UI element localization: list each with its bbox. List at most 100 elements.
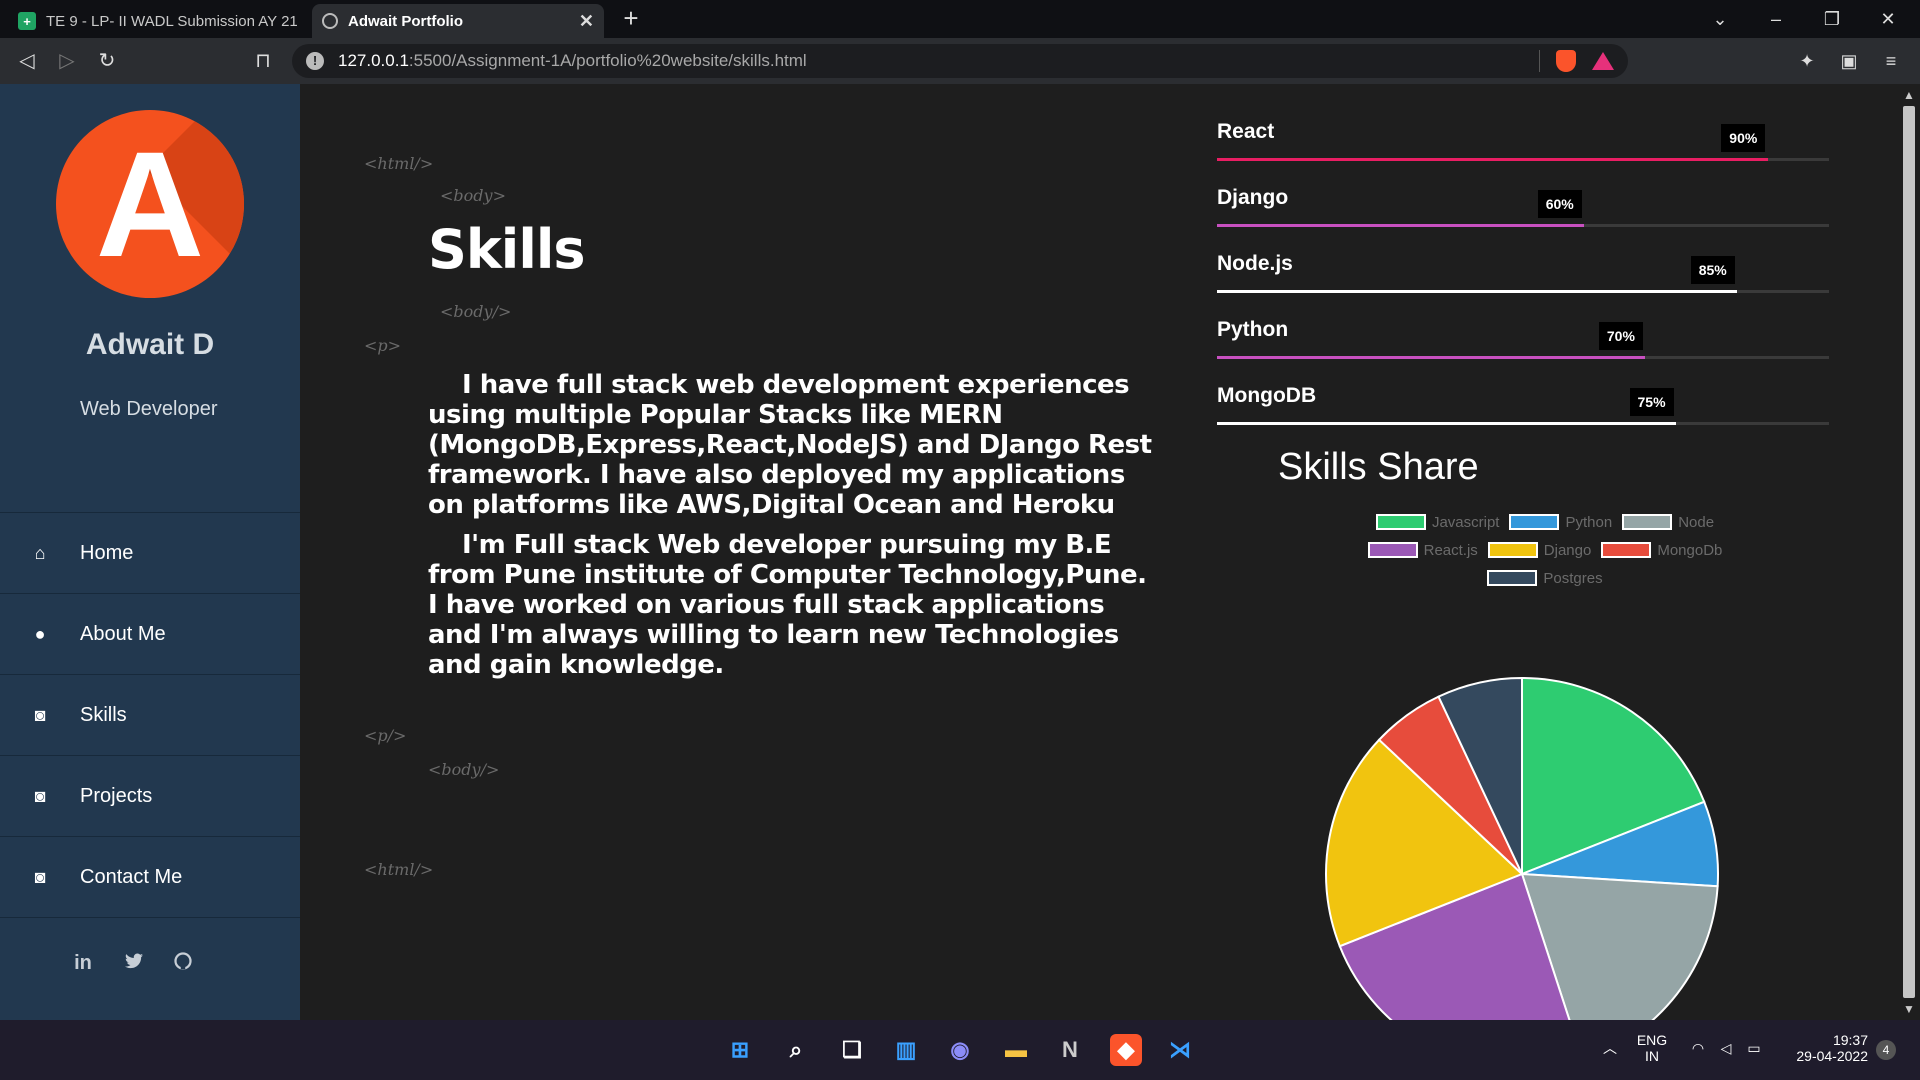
profile-name: Adwait D xyxy=(85,328,215,361)
lang-code: ENG xyxy=(1636,1032,1668,1048)
chevron-up-icon[interactable]: ︿ xyxy=(1600,1038,1620,1058)
legend-label: Javascript xyxy=(1431,513,1500,531)
skill-fill xyxy=(1217,290,1738,293)
skill-fill xyxy=(1217,422,1676,425)
camera-icon: ◙ xyxy=(34,785,46,806)
brave-rewards-icon[interactable] xyxy=(1592,52,1614,70)
legend-label: Node xyxy=(1678,513,1715,531)
date: 29-04-2022 xyxy=(1796,1048,1868,1064)
bookmark-icon[interactable]: ⊓ xyxy=(248,46,278,76)
brave-browser-icon[interactable]: ◆ xyxy=(1110,1034,1142,1066)
extensions-icon[interactable]: ✦ xyxy=(1792,46,1822,76)
legend-row: Javascript Python Node xyxy=(1320,508,1770,536)
scroll-up-arrow[interactable]: ▲ xyxy=(1898,88,1920,102)
skill-name: Node.js xyxy=(1217,252,1293,275)
windows-taskbar: ⊞ ⌕ ❏ ▥ ◉ ▬ N ◆ ⋊ ︿ ENG IN ◠ ◁ ▭ 19:37 2… xyxy=(0,1020,1920,1080)
legend-item[interactable]: MongoDb xyxy=(1601,542,1722,559)
vscode-icon[interactable]: ⋊ xyxy=(1164,1034,1196,1066)
wallet-icon[interactable]: ▣ xyxy=(1834,46,1864,76)
scroll-down-arrow[interactable]: ▼ xyxy=(1898,1002,1920,1016)
legend-label: React.js xyxy=(1423,541,1478,559)
back-button[interactable]: ◁ xyxy=(12,46,42,76)
nav-item-about[interactable]: ● About Me xyxy=(0,594,300,675)
brave-shield-icon[interactable] xyxy=(1556,50,1576,72)
pie-chart xyxy=(1325,676,1719,1020)
skill-fill xyxy=(1217,158,1768,161)
legend-swatch xyxy=(1622,514,1673,530)
teams-chat-icon[interactable]: ◉ xyxy=(944,1034,976,1066)
new-tab-button[interactable]: + xyxy=(616,4,646,34)
notion-icon[interactable]: N xyxy=(1054,1034,1086,1066)
skill-bar-python: Python 70% xyxy=(1217,318,1829,384)
legend-item[interactable]: Python xyxy=(1509,514,1612,531)
notification-badge[interactable]: 4 xyxy=(1876,1040,1896,1060)
nav-item-skills[interactable]: ◙ Skills xyxy=(0,675,300,756)
search-icon[interactable]: ⌕ xyxy=(780,1034,812,1066)
restore-button[interactable]: ❐ xyxy=(1804,0,1860,38)
user-icon: ● xyxy=(34,623,46,644)
scroll-thumb[interactable] xyxy=(1903,106,1915,998)
home-icon: ⌂ xyxy=(34,542,46,563)
volume-icon[interactable]: ◁ xyxy=(1716,1040,1736,1057)
scrollbar[interactable]: ▲ ▼ xyxy=(1898,84,1920,1020)
browser-toolbar: ◁ ▷ ↻ ⊓ ! 127.0.0.1:5500/Assignment-1A/p… xyxy=(0,38,1920,84)
legend-item[interactable]: Node xyxy=(1622,514,1714,531)
region-code: IN xyxy=(1645,1048,1659,1064)
legend-item[interactable]: Django xyxy=(1487,542,1591,559)
reload-button[interactable]: ↻ xyxy=(92,46,122,76)
start-icon[interactable]: ⊞ xyxy=(724,1034,756,1066)
legend-item[interactable]: React.js xyxy=(1367,541,1478,559)
url-separator xyxy=(1539,50,1540,72)
legend-swatch xyxy=(1509,514,1560,530)
clock[interactable]: 19:37 29-04-2022 xyxy=(1778,1032,1868,1064)
github-icon[interactable] xyxy=(170,952,196,976)
legend-item[interactable]: Javascript xyxy=(1375,513,1500,531)
legend-row: React.js Django MongoDb xyxy=(1320,536,1770,564)
wifi-icon[interactable]: ◠ xyxy=(1688,1040,1708,1057)
skill-bar-nodejs: Node.js 85% xyxy=(1217,252,1829,318)
profile-role: Web Developer xyxy=(80,398,218,420)
battery-icon[interactable]: ▭ xyxy=(1744,1040,1764,1057)
linkedin-icon[interactable]: in xyxy=(70,952,96,975)
body-open-tag: <body> xyxy=(440,186,506,205)
url-path: :5500/Assignment-1A/portfolio%20website/… xyxy=(408,51,807,70)
language-indicator[interactable]: ENG IN xyxy=(1636,1032,1668,1064)
nav-item-home[interactable]: ⌂ Home xyxy=(0,513,300,594)
forward-button[interactable]: ▷ xyxy=(52,46,82,76)
nav-label: Skills xyxy=(80,703,127,726)
skill-percent-badge: 85% xyxy=(1690,256,1735,284)
menu-icon[interactable]: ≡ xyxy=(1876,46,1906,76)
page-content: A Adwait D Web Developer ⌂ Home ● About … xyxy=(0,84,1920,1020)
url-host: 127.0.0.1 xyxy=(338,51,409,70)
legend-item[interactable]: Postgres xyxy=(1487,569,1603,587)
nav-label: About Me xyxy=(80,622,166,645)
p-close-tag: <p/> xyxy=(364,726,407,745)
skill-track: 75% xyxy=(1217,388,1829,425)
widgets-icon[interactable]: ▥ xyxy=(890,1034,922,1066)
chevron-down-icon[interactable]: ⌄ xyxy=(1692,0,1748,38)
tab-submission[interactable]: + TE 9 - LP- II WADL Submission AY 21-2 xyxy=(8,4,308,38)
nav-item-contact[interactable]: ◙ Contact Me xyxy=(0,837,300,918)
twitter-icon[interactable] xyxy=(121,952,147,975)
close-window-button[interactable]: ✕ xyxy=(1860,0,1916,38)
sidebar-nav: ⌂ Home ● About Me ◙ Skills ◙ Projects ◙ … xyxy=(0,512,300,918)
legend-row: Postgres xyxy=(1320,564,1770,592)
address-bar[interactable]: ! 127.0.0.1:5500/Assignment-1A/portfolio… xyxy=(292,44,1628,78)
legend-label: Python xyxy=(1565,513,1613,531)
sheets-icon: + xyxy=(18,12,36,30)
tab-portfolio[interactable]: Adwait Portfolio ✕ xyxy=(312,4,604,38)
nav-label: Projects xyxy=(80,784,153,807)
globe-icon xyxy=(322,13,338,29)
task-view-icon[interactable]: ❏ xyxy=(836,1034,868,1066)
file-explorer-icon[interactable]: ▬ xyxy=(1000,1034,1032,1066)
page-title: Skills xyxy=(428,218,585,281)
skill-fill xyxy=(1217,224,1585,227)
logo-letter: A xyxy=(95,120,205,288)
minimize-button[interactable]: – xyxy=(1748,0,1804,38)
close-tab-icon[interactable]: ✕ xyxy=(579,11,594,32)
nav-item-projects[interactable]: ◙ Projects xyxy=(0,756,300,837)
skill-bar-django: Django 60% xyxy=(1217,186,1829,252)
legend-swatch xyxy=(1487,570,1538,586)
legend-label: Postgres xyxy=(1543,569,1603,587)
site-info-icon[interactable]: ! xyxy=(306,52,324,70)
